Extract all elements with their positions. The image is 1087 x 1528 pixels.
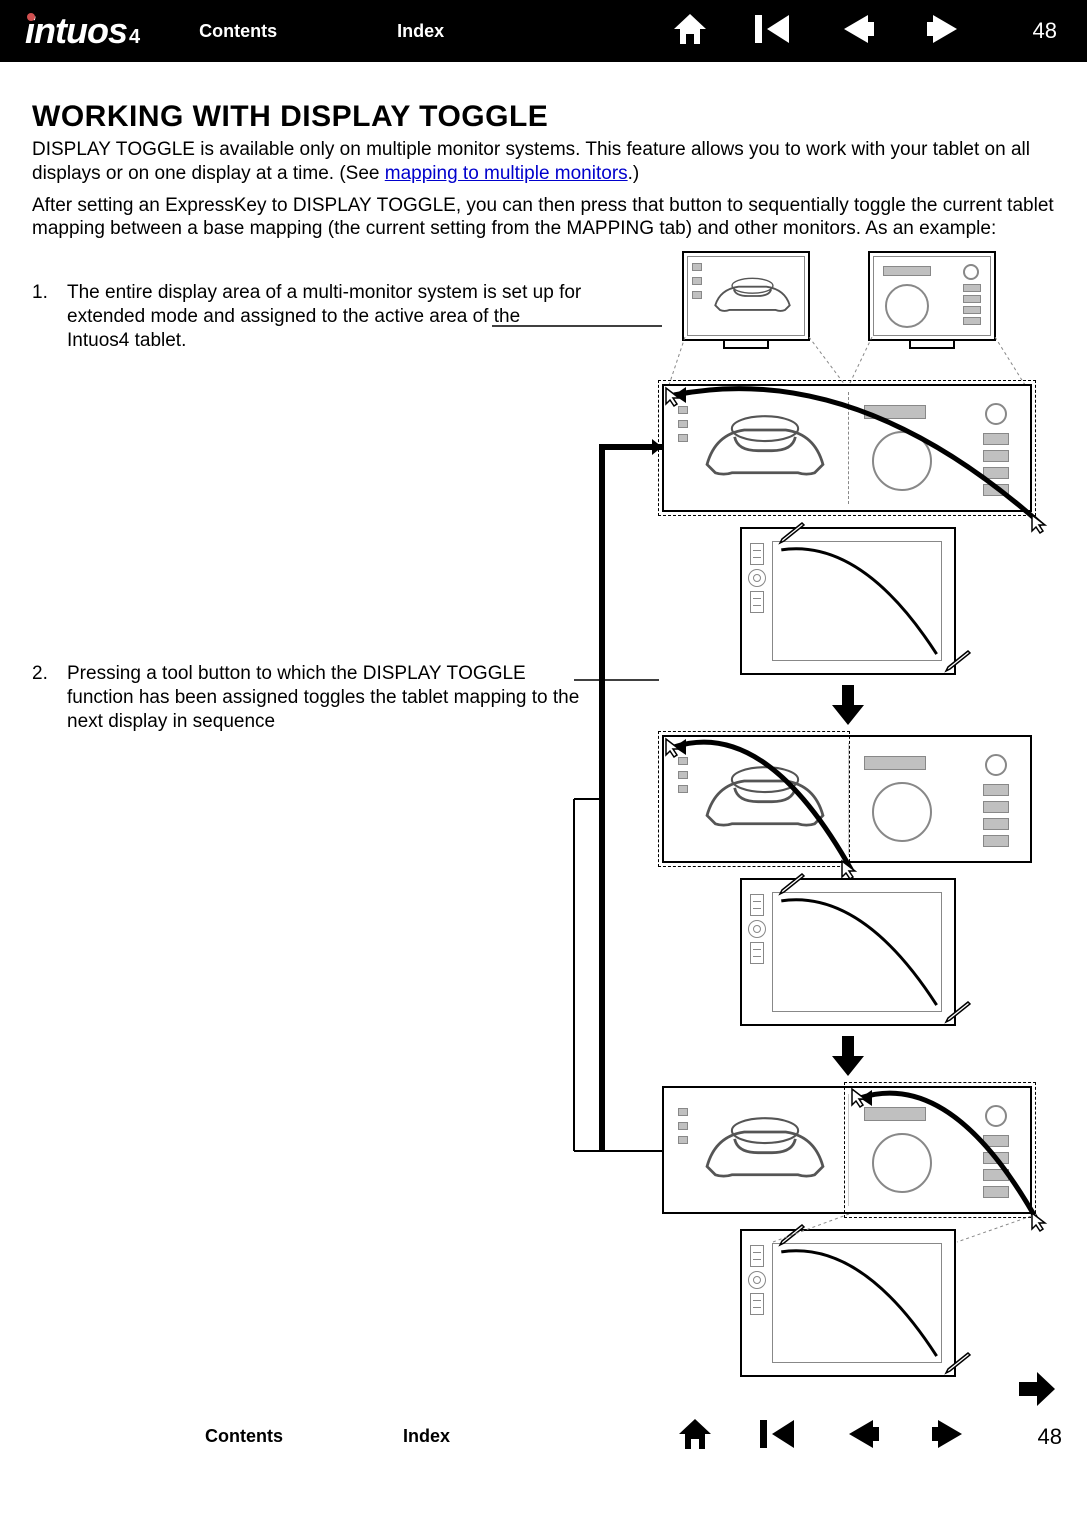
page-number-top: 48 bbox=[1033, 18, 1057, 44]
footer-index-link[interactable]: Index bbox=[403, 1426, 450, 1447]
continue-next-icon[interactable] bbox=[1015, 1370, 1057, 1413]
step-1-text: The entire display area of a multi-monit… bbox=[67, 281, 582, 352]
logo-dot-icon bbox=[27, 13, 35, 21]
pen-icon bbox=[776, 521, 806, 547]
page-number-bottom: 48 bbox=[1038, 1424, 1062, 1450]
step-2-text: Pressing a tool button to which the DISP… bbox=[67, 662, 582, 733]
logo-text: intuos bbox=[25, 10, 127, 51]
step-2-number: 2. bbox=[32, 662, 67, 733]
monitor-left-top bbox=[682, 251, 810, 341]
nav-icons: 48 bbox=[672, 12, 1062, 51]
mapping-highlight-1 bbox=[658, 380, 1036, 516]
first-page-icon[interactable] bbox=[753, 13, 793, 50]
step-1: 1. The entire display area of a multi-mo… bbox=[32, 281, 582, 352]
home-icon[interactable] bbox=[677, 1417, 713, 1456]
logo-suffix: 4 bbox=[129, 26, 139, 48]
cursor-icon bbox=[664, 386, 682, 408]
ui-panel-icon bbox=[860, 752, 1015, 850]
down-arrow-icon bbox=[830, 1034, 866, 1078]
tablet-curve-icon bbox=[773, 1244, 941, 1362]
main-content: WORKING WITH DISPLAY TOGGLE DISPLAY TOGG… bbox=[0, 62, 1087, 1409]
intro-paragraph-2: After setting an ExpressKey to DISPLAY T… bbox=[32, 194, 1055, 242]
ui-panel-icon bbox=[879, 262, 985, 330]
cursor-icon bbox=[664, 737, 682, 759]
cursor-icon bbox=[1030, 1211, 1048, 1233]
down-arrow-icon bbox=[830, 683, 866, 727]
mapping-link[interactable]: mapping to multiple monitors bbox=[385, 163, 628, 184]
flow-bracket-icon bbox=[556, 389, 666, 1159]
monitor-right-top bbox=[868, 251, 996, 341]
home-icon[interactable] bbox=[672, 12, 708, 51]
intro-paragraph-1: DISPLAY TOGGLE is available only on mult… bbox=[32, 138, 1055, 186]
steps-column: 1. The entire display area of a multi-mo… bbox=[32, 259, 592, 1389]
tablet-2 bbox=[740, 878, 956, 1026]
pen-icon bbox=[942, 1351, 972, 1377]
car-icon bbox=[706, 262, 799, 330]
step-2: 2. Pressing a tool button to which the D… bbox=[32, 662, 582, 733]
logo: intuos4 bbox=[25, 10, 139, 52]
car-icon bbox=[696, 1103, 834, 1201]
tablet-3 bbox=[740, 1229, 956, 1377]
pen-icon bbox=[776, 872, 806, 898]
mapping-highlight-2 bbox=[658, 731, 850, 867]
next-page-icon[interactable] bbox=[928, 1418, 968, 1455]
body-two-column: 1. The entire display area of a multi-mo… bbox=[32, 259, 1055, 1389]
page-title: WORKING WITH DISPLAY TOGGLE bbox=[32, 100, 1055, 134]
prev-page-icon[interactable] bbox=[843, 1418, 883, 1455]
pen-icon bbox=[942, 649, 972, 675]
step-1-number: 1. bbox=[32, 281, 67, 352]
tablet-curve-icon bbox=[773, 542, 941, 660]
pen-icon bbox=[942, 1000, 972, 1026]
cursor-icon bbox=[850, 1087, 868, 1109]
tablet-curve-icon bbox=[773, 893, 941, 1011]
nav-contents-link[interactable]: Contents bbox=[199, 21, 277, 42]
top-navbar: intuos4 Contents Index 48 bbox=[0, 0, 1087, 62]
footer-nav-icons: 48 bbox=[677, 1417, 1062, 1456]
next-page-icon[interactable] bbox=[923, 13, 963, 50]
mapping-highlight-3 bbox=[844, 1082, 1036, 1218]
first-page-icon[interactable] bbox=[758, 1418, 798, 1455]
cursor-icon bbox=[1030, 513, 1048, 535]
monitor-pair-top bbox=[682, 251, 996, 341]
tablet-1 bbox=[740, 527, 956, 675]
pen-icon bbox=[776, 1223, 806, 1249]
cursor-icon bbox=[840, 859, 858, 881]
nav-index-link[interactable]: Index bbox=[397, 21, 444, 42]
diagram-column bbox=[592, 259, 1055, 1389]
prev-page-icon[interactable] bbox=[838, 13, 878, 50]
footer-navbar: Contents Index 48 bbox=[0, 1409, 1087, 1464]
footer-contents-link[interactable]: Contents bbox=[205, 1426, 283, 1447]
